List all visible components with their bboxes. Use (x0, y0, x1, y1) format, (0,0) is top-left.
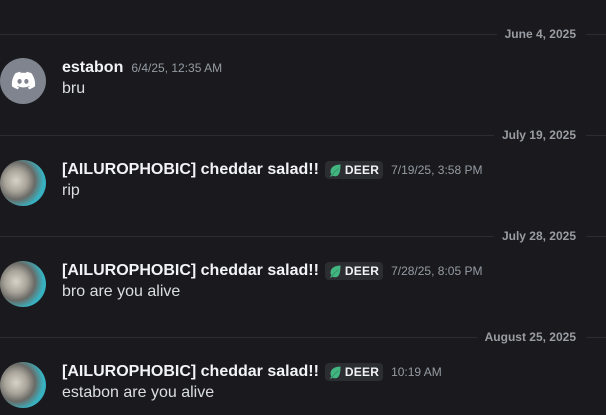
date-divider-label: August 25, 2025 (476, 329, 586, 345)
server-tag-badge[interactable]: DEER (324, 161, 384, 179)
clipped-previous-message (0, 0, 300, 4)
message-timestamp[interactable]: 7/19/25, 3:58 PM (391, 163, 482, 177)
chat-message-list[interactable]: June 4, 2025 estabon 6/4/25, 12:35 AM br… (0, 0, 606, 415)
message-content: estabon are you alive (62, 384, 215, 401)
username[interactable]: estabon (62, 59, 123, 77)
date-divider-label: June 4, 2025 (496, 26, 586, 42)
server-tag-badge[interactable]: DEER (324, 363, 384, 381)
server-tag-text: DEER (344, 163, 380, 177)
date-divider-label: July 19, 2025 (493, 127, 586, 143)
message-content: bru (62, 80, 86, 97)
discord-default-avatar[interactable] (0, 58, 46, 104)
username[interactable]: [AILUROPHOBIC] cheddar salad!! (62, 262, 319, 280)
message-timestamp[interactable]: 10:19 AM (391, 365, 442, 379)
message-content: rip (62, 182, 80, 199)
leaf-icon (329, 265, 341, 278)
server-tag-text: DEER (344, 264, 380, 278)
server-tag-text: DEER (344, 365, 380, 379)
leaf-icon (329, 366, 341, 379)
username[interactable]: [AILUROPHOBIC] cheddar salad!! (62, 161, 319, 179)
date-divider: July 19, 2025 (0, 127, 606, 143)
server-tag-badge[interactable]: DEER (324, 262, 384, 280)
message-timestamp[interactable]: 6/4/25, 12:35 AM (131, 61, 222, 75)
username[interactable]: [AILUROPHOBIC] cheddar salad!! (62, 363, 319, 381)
message-timestamp[interactable]: 7/28/25, 8:05 PM (391, 264, 482, 278)
cat-avatar[interactable] (0, 160, 46, 206)
date-divider-label: July 28, 2025 (493, 228, 586, 244)
discord-logo-icon (11, 71, 36, 90)
cat-avatar[interactable] (0, 261, 46, 307)
message-content: bro are you alive (62, 283, 181, 300)
date-divider: June 4, 2025 (0, 26, 606, 42)
cat-avatar[interactable] (0, 362, 46, 408)
date-divider: August 25, 2025 (0, 329, 606, 345)
date-divider: July 28, 2025 (0, 228, 606, 244)
leaf-icon (329, 164, 341, 177)
